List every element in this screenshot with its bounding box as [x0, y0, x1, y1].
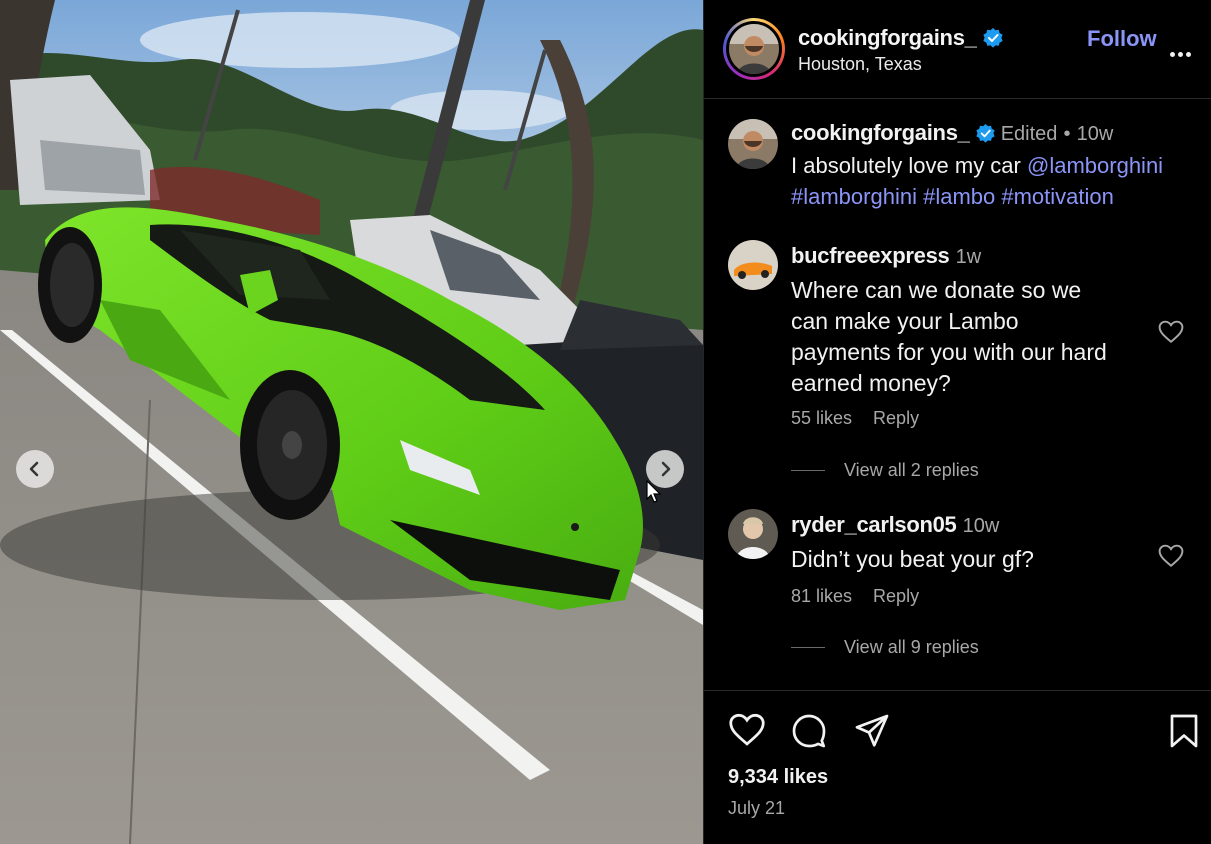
commenter-avatar[interactable] [728, 509, 778, 559]
verified-badge-icon [975, 124, 995, 143]
follow-button[interactable]: Follow [1087, 26, 1157, 52]
comment-text-line: Where can we donate so we [791, 277, 1082, 303]
hashtag-link[interactable]: #lambo [923, 184, 995, 209]
heart-icon[interactable] [728, 713, 766, 747]
commenter-avatar[interactable] [728, 240, 778, 290]
caption-username[interactable]: cookingforgains_ [791, 120, 970, 145]
comment-actions: 55 likes Reply [791, 408, 935, 429]
chevron-right-icon [661, 461, 671, 477]
replies-divider [791, 647, 825, 648]
comment: bucfreeexpress 1w Where can we donate so… [791, 240, 1107, 399]
comments-list[interactable]: cookingforgains_ Edited • 10w I absolute… [704, 100, 1211, 690]
hashtag-link[interactable]: #lamborghini [791, 184, 917, 209]
caption-time: 10w [1076, 123, 1114, 145]
comment-likes[interactable]: 81 likes [791, 586, 852, 606]
more-options-icon[interactable] [1170, 44, 1200, 57]
reply-button[interactable]: Reply [873, 586, 919, 606]
caption-text: I absolutely love my car [791, 153, 1021, 178]
heart-icon[interactable] [1158, 320, 1184, 344]
mention-link[interactable]: @lamborghini [1027, 153, 1163, 178]
comment-actions: 81 likes Reply [791, 586, 935, 607]
comment-likes[interactable]: 55 likes [791, 408, 852, 428]
comment-text-line: can make your Lambo [791, 308, 1019, 334]
caption-dot: • [1063, 123, 1071, 145]
caption-author-avatar[interactable] [728, 119, 778, 169]
comment-text-line: earned money? [791, 370, 951, 396]
comment-time: 10w [962, 515, 1000, 537]
post-header: cookingforgains_ Houston, Texas Follow [704, 0, 1211, 99]
comment-username[interactable]: bucfreeexpress [791, 243, 950, 268]
post-location[interactable]: Houston, Texas [798, 54, 922, 75]
previous-photo-button[interactable] [16, 450, 54, 488]
heart-icon[interactable] [1158, 544, 1184, 568]
bookmark-icon[interactable] [1168, 713, 1200, 749]
author-avatar [729, 24, 779, 74]
post-sidebar: cookingforgains_ Houston, Texas Follow c… [703, 0, 1211, 844]
replies-divider [791, 470, 825, 471]
mouse-cursor-icon [646, 480, 662, 503]
author-username[interactable]: cookingforgains_ [798, 25, 1003, 51]
reply-button[interactable]: Reply [873, 408, 919, 428]
comment-icon[interactable] [791, 713, 827, 749]
comment-text-line: Didn’t you beat your gf? [791, 546, 1034, 572]
view-replies-label: View all 9 replies [844, 637, 979, 657]
lamborghini-photo [0, 0, 703, 844]
hashtag-link[interactable]: #motivation [1001, 184, 1114, 209]
paper-plane-icon[interactable] [854, 713, 890, 749]
comment-text-line: payments for you with our hard [791, 339, 1107, 365]
comment-username[interactable]: ryder_carlson05 [791, 512, 957, 537]
chevron-left-icon [29, 461, 39, 477]
author-avatar-ring[interactable] [723, 18, 785, 80]
post-date: July 21 [728, 798, 786, 818]
caption-edited: Edited [1000, 123, 1058, 145]
caption: cookingforgains_ Edited • 10w I absolute… [791, 117, 1163, 212]
view-replies-label: View all 2 replies [844, 460, 979, 480]
view-replies-button[interactable]: View all 2 replies [791, 460, 979, 481]
post-footer: 9,334 likes July 21 [704, 690, 1211, 844]
like-count[interactable]: 9,334 likes [728, 766, 828, 789]
view-replies-button[interactable]: View all 9 replies [791, 637, 979, 658]
comment: ryder_carlson05 10w Didn’t you beat your… [791, 509, 1034, 575]
verified-badge-icon [982, 28, 1003, 48]
post-photo [0, 0, 703, 844]
comment-time: 1w [955, 246, 982, 268]
